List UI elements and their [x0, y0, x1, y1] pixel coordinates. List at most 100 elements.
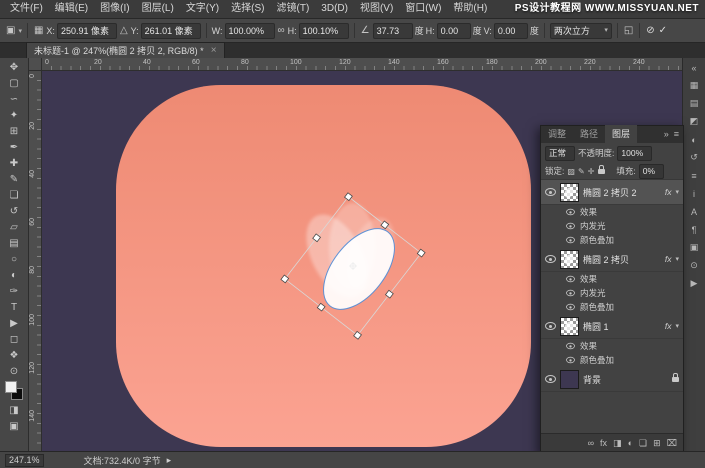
- width-input[interactable]: 100.00%: [225, 23, 275, 39]
- menu-item-file[interactable]: 文件(F): [4, 0, 49, 18]
- rectangular-marquee-tool[interactable]: ▢: [2, 75, 26, 91]
- path-selection-tool[interactable]: ▶: [2, 315, 26, 331]
- link-dimensions-icon[interactable]: ∞: [277, 25, 286, 36]
- dodge-tool[interactable]: ◐: [2, 267, 26, 283]
- fill-dropdown[interactable]: 0%: [639, 164, 664, 179]
- swatches-panel-icon[interactable]: ▤: [686, 97, 702, 110]
- visibility-eye-icon[interactable]: [566, 290, 575, 296]
- tab-paths[interactable]: 路径: [573, 125, 605, 143]
- paragraph-panel-icon[interactable]: ¶: [686, 223, 702, 236]
- menu-item-view[interactable]: 视图(V): [354, 0, 399, 18]
- x-input[interactable]: 250.91 像素: [57, 23, 117, 39]
- tab-layers[interactable]: 图层: [605, 125, 637, 143]
- eraser-tool[interactable]: ▱: [2, 219, 26, 235]
- visibility-eye-icon[interactable]: [545, 375, 556, 383]
- status-options-arrow-icon[interactable]: ▸: [167, 455, 172, 466]
- eyedropper-tool[interactable]: ✒: [2, 139, 26, 155]
- foreground-color-swatch[interactable]: [5, 381, 17, 393]
- new-layer-icon[interactable]: ⊞: [653, 439, 661, 448]
- layer-effect-row[interactable]: 效果: [541, 205, 683, 219]
- visibility-eye-icon[interactable]: [545, 255, 556, 263]
- adjustment-layer-icon[interactable]: ◐: [628, 439, 633, 448]
- history-panel-icon[interactable]: ↺: [686, 151, 702, 164]
- menu-item-edit[interactable]: 编辑(E): [49, 0, 94, 18]
- type-tool[interactable]: T: [2, 299, 26, 315]
- document-tab[interactable]: 未标题-1 @ 247%(椭圆 2 拷贝 2, RGB/8) * ×: [26, 42, 225, 58]
- layer-name[interactable]: 背景: [583, 373, 667, 386]
- layer-thumbnail[interactable]: [560, 370, 579, 389]
- menu-item-filter[interactable]: 滤镜(T): [271, 0, 316, 18]
- move-tool[interactable]: ✥: [2, 59, 26, 75]
- y-input[interactable]: 261.01 像素: [141, 23, 201, 39]
- tool-preset-icon[interactable]: ▣: [5, 25, 16, 36]
- layer-row[interactable]: 背景: [541, 367, 683, 392]
- layer-thumbnail[interactable]: [560, 183, 579, 202]
- layer-thumbnail[interactable]: [560, 250, 579, 269]
- lock-transparency-icon[interactable]: ▨: [567, 167, 575, 176]
- layer-style-icon[interactable]: fx: [600, 439, 607, 448]
- angle-input[interactable]: 37.73: [373, 23, 413, 39]
- visibility-eye-icon[interactable]: [566, 343, 575, 349]
- menu-item-layer[interactable]: 图层(L): [136, 0, 180, 18]
- panel-menu-icon[interactable]: ≡: [674, 129, 679, 139]
- visibility-eye-icon[interactable]: [566, 304, 575, 310]
- layer-name[interactable]: 效果: [580, 206, 679, 218]
- menu-item-help[interactable]: 帮助(H): [447, 0, 493, 18]
- channels-panel-icon[interactable]: ▣: [686, 241, 702, 254]
- layer-fx-badge[interactable]: fx: [665, 187, 672, 197]
- info-panel-icon[interactable]: i: [686, 187, 702, 200]
- collapse-panel-icon[interactable]: »: [664, 129, 669, 139]
- layer-effect-row[interactable]: 颜色叠加: [541, 353, 683, 367]
- crop-tool[interactable]: ⊞: [2, 123, 26, 139]
- reference-point-icon[interactable]: ▦: [33, 25, 44, 36]
- menu-item-select[interactable]: 选择(S): [225, 0, 270, 18]
- layer-name[interactable]: 内发光: [580, 287, 679, 299]
- layer-group-icon[interactable]: ❏: [639, 439, 647, 448]
- character-panel-icon[interactable]: A: [686, 205, 702, 218]
- quick-selection-tool[interactable]: ✦: [2, 107, 26, 123]
- lock-pixels-icon[interactable]: ✎: [578, 167, 585, 176]
- layer-fx-badge[interactable]: fx: [665, 321, 672, 331]
- layer-name[interactable]: 效果: [580, 340, 679, 352]
- tab-adjustments[interactable]: 调整: [541, 125, 573, 143]
- opacity-dropdown[interactable]: 100%: [617, 146, 652, 161]
- gradient-tool[interactable]: ▤: [2, 235, 26, 251]
- layer-effect-row[interactable]: 颜色叠加: [541, 300, 683, 314]
- color-panel-icon[interactable]: ▦: [686, 79, 702, 92]
- rectangle-shape-tool[interactable]: ◻: [2, 331, 26, 347]
- hand-tool[interactable]: ❖: [2, 347, 26, 363]
- visibility-eye-icon[interactable]: [566, 276, 575, 282]
- skew-h-input[interactable]: 0.00: [437, 23, 471, 39]
- color-swatches[interactable]: [4, 381, 24, 400]
- layer-name[interactable]: 颜色叠加: [580, 234, 679, 246]
- tool-preset-caret-icon[interactable]: ▾: [18, 27, 22, 35]
- lasso-tool[interactable]: ∽: [2, 91, 26, 107]
- layer-name[interactable]: 颜色叠加: [580, 354, 679, 366]
- adjustments-panel-icon[interactable]: ◐: [686, 133, 702, 146]
- fx-expand-icon[interactable]: ▾: [675, 322, 679, 330]
- height-input[interactable]: 100.10%: [299, 23, 349, 39]
- zoom-tool[interactable]: ⊙: [2, 363, 26, 379]
- pen-tool[interactable]: ✑: [2, 283, 26, 299]
- healing-brush-tool[interactable]: ✚: [2, 155, 26, 171]
- properties-panel-icon[interactable]: ≡: [686, 169, 702, 182]
- navigator-panel-icon[interactable]: ⊙: [686, 259, 702, 272]
- zoom-level-field[interactable]: 247.1%: [5, 454, 44, 467]
- delete-layer-icon[interactable]: ⌧: [667, 439, 677, 448]
- visibility-eye-icon[interactable]: [566, 223, 575, 229]
- visibility-eye-icon[interactable]: [545, 322, 556, 330]
- layer-row[interactable]: 椭圆 1 fx▾: [541, 314, 683, 339]
- layer-name[interactable]: 内发光: [580, 220, 679, 232]
- lock-position-icon[interactable]: ✛: [588, 167, 595, 176]
- commit-transform-button[interactable]: ✓: [658, 25, 668, 36]
- layer-fx-badge[interactable]: fx: [665, 254, 672, 264]
- layer-effect-row[interactable]: 效果: [541, 339, 683, 353]
- layer-name[interactable]: 颜色叠加: [580, 301, 679, 313]
- menu-item-3d[interactable]: 3D(D): [315, 0, 354, 18]
- visibility-eye-icon[interactable]: [566, 237, 575, 243]
- cancel-transform-button[interactable]: ⊘: [645, 25, 655, 36]
- layer-name[interactable]: 椭圆 2 拷贝: [583, 253, 661, 266]
- relative-position-icon[interactable]: △: [119, 25, 129, 36]
- layer-row[interactable]: 椭圆 2 拷贝 2fx▾: [541, 180, 683, 205]
- layer-name[interactable]: 椭圆 1: [583, 320, 661, 333]
